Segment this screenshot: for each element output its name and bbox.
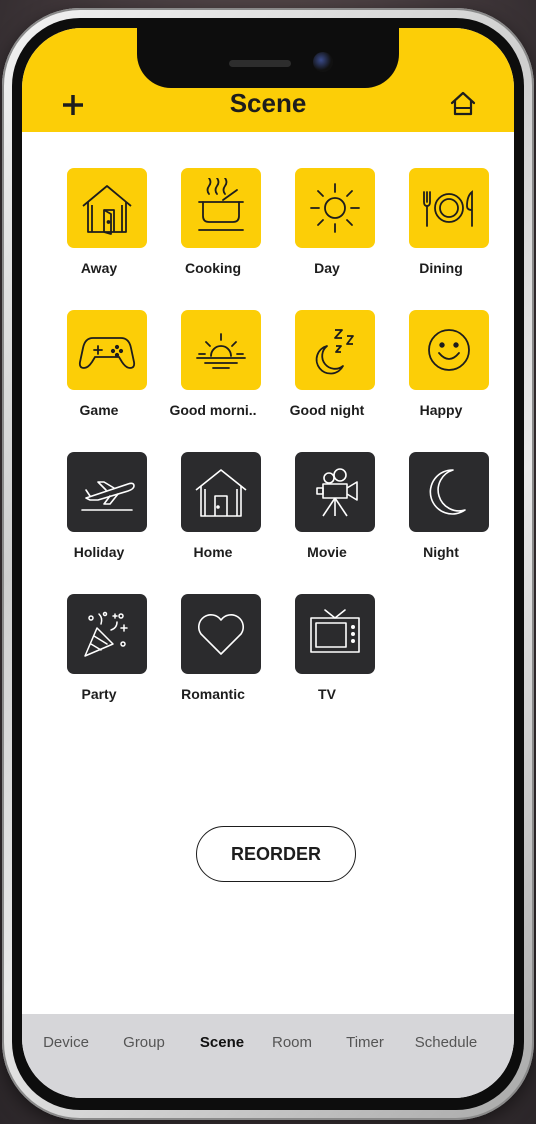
plate-cutlery-icon xyxy=(423,190,473,227)
front-camera xyxy=(313,52,333,72)
scene-tile-game[interactable]: Game xyxy=(42,310,156,430)
cooking-pot-icon xyxy=(198,178,244,231)
tab-scene[interactable]: Scene xyxy=(200,1034,244,1051)
scene-icon-box xyxy=(181,594,261,674)
device-notch xyxy=(137,28,399,88)
scene-tile-day[interactable]: Day xyxy=(270,168,384,288)
scene-tile-home[interactable]: Home xyxy=(156,452,270,572)
page-title: Scene xyxy=(229,88,307,118)
scene-icon-box xyxy=(295,168,375,248)
scene-icon-box xyxy=(409,452,489,532)
scene-label: Good night xyxy=(289,402,365,418)
scene-icon-box xyxy=(67,594,147,674)
home-door-icon xyxy=(195,469,247,517)
phone-frame: Scene Away Cooking Day Dining Game Good … xyxy=(2,8,534,1120)
tab-room[interactable]: Room xyxy=(272,1034,312,1051)
scene-icon-box xyxy=(295,452,375,532)
scene-label: Cooking xyxy=(185,260,241,276)
heart-icon xyxy=(198,614,244,655)
scene-label: Away xyxy=(80,260,118,276)
scene-tile-holiday[interactable]: Holiday xyxy=(42,452,156,572)
scene-tile-good-night[interactable]: Good night xyxy=(270,310,384,430)
smiley-icon xyxy=(428,329,470,371)
tv-icon xyxy=(310,609,360,653)
scene-icon-box xyxy=(67,452,147,532)
scene-label: Dining xyxy=(419,260,463,276)
scene-tile-cooking[interactable]: Cooking xyxy=(156,168,270,288)
scene-label: Happy xyxy=(419,402,463,418)
moon-zzz-icon xyxy=(315,329,354,375)
movie-camera-icon xyxy=(316,468,358,517)
bottom-tab-bar: Device Group Scene Room Timer Schedule xyxy=(22,1014,514,1098)
scene-tile-romantic[interactable]: Romantic xyxy=(156,594,270,714)
away-house-icon xyxy=(82,185,132,235)
tab-schedule[interactable]: Schedule xyxy=(415,1034,478,1051)
scene-label: Game xyxy=(79,402,119,418)
scene-label: Good morni.. xyxy=(169,402,257,418)
scene-icon-box xyxy=(181,168,261,248)
airplane-icon xyxy=(81,481,135,511)
speaker-grill xyxy=(229,60,291,67)
scene-icon-box xyxy=(295,310,375,390)
tab-device[interactable]: Device xyxy=(43,1034,89,1051)
scene-icon-box xyxy=(181,452,261,532)
scene-icon-box xyxy=(409,168,489,248)
scene-icon-box xyxy=(409,310,489,390)
scene-label: Holiday xyxy=(73,544,125,560)
tab-group[interactable]: Group xyxy=(123,1034,165,1051)
scene-tile-party[interactable]: Party xyxy=(42,594,156,714)
party-popper-icon xyxy=(84,611,128,657)
gamepad-icon xyxy=(78,337,136,369)
header-bar: Scene xyxy=(22,28,514,132)
scene-label: Party xyxy=(81,686,117,702)
sun-icon xyxy=(310,183,360,233)
phone-bezel: Scene Away Cooking Day Dining Game Good … xyxy=(12,18,524,1110)
scene-icon-box xyxy=(67,168,147,248)
home-icon xyxy=(450,91,476,116)
scene-label: Night xyxy=(423,544,459,560)
tab-timer[interactable]: Timer xyxy=(346,1034,384,1051)
scene-label: Romantic xyxy=(181,686,245,702)
scene-label: TV xyxy=(318,686,336,702)
scene-tile-night[interactable]: Night xyxy=(384,452,498,572)
scene-tile-tv[interactable]: TV xyxy=(270,594,384,714)
scene-tile-movie[interactable]: Movie xyxy=(270,452,384,572)
crescent-moon-icon xyxy=(429,469,466,515)
scene-label: Movie xyxy=(307,544,347,560)
app-screen: Scene Away Cooking Day Dining Game Good … xyxy=(22,28,514,1098)
scene-icon-box xyxy=(67,310,147,390)
reorder-button[interactable]: REORDER xyxy=(196,826,356,882)
scene-tile-good-morning[interactable]: Good morni.. xyxy=(156,310,270,430)
scene-tile-happy[interactable]: Happy xyxy=(384,310,498,430)
scene-icon-box xyxy=(181,310,261,390)
scene-icon-box xyxy=(295,594,375,674)
scene-label: Home xyxy=(193,544,233,560)
scene-tile-away[interactable]: Away xyxy=(42,168,156,288)
home-button[interactable] xyxy=(448,90,478,118)
sunrise-icon xyxy=(196,333,246,369)
scene-tile-dining[interactable]: Dining xyxy=(384,168,498,288)
scene-label: Day xyxy=(314,260,340,276)
